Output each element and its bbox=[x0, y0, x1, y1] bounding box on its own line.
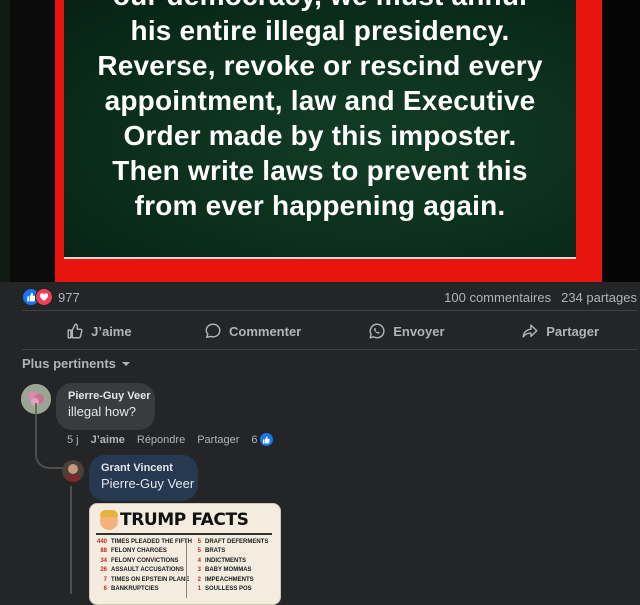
whatsapp-icon bbox=[369, 323, 385, 339]
share-icon bbox=[522, 324, 538, 338]
comment-icon bbox=[205, 323, 221, 339]
fact-row: 26 ASSAULT ACCUSATIONS bbox=[100, 567, 184, 574]
chevron-down-icon bbox=[121, 361, 130, 366]
thread-line bbox=[70, 486, 72, 594]
fact-row: 3 BABY MOMMAS bbox=[197, 567, 252, 574]
reaction-count: 977 bbox=[58, 289, 80, 305]
fact-row: 34 FELONY CONVICTIONS bbox=[100, 557, 179, 564]
share-button[interactable]: Partager bbox=[483, 316, 637, 346]
facts-title: TRUMP FACTS bbox=[120, 510, 249, 530]
image-dark-edge bbox=[602, 0, 640, 282]
comment-reply-button[interactable]: Répondre bbox=[137, 434, 185, 446]
comment-like-button[interactable]: J’aime bbox=[91, 434, 125, 446]
comment-bubble: Grant Vincent Pierre-Guy Veer bbox=[89, 455, 198, 501]
portrait-hair bbox=[100, 510, 118, 517]
fact-row: 2 IMPEACHMENTS bbox=[197, 576, 254, 583]
share-label: Partager bbox=[546, 323, 599, 339]
comment-reaction-number: 6 bbox=[251, 433, 258, 446]
post-actions: J’aime Commenter Envoyer Partager bbox=[22, 316, 637, 346]
fact-row: 7 TIMES ON EPSTEIN PLANE bbox=[103, 576, 190, 583]
send-button[interactable]: Envoyer bbox=[330, 316, 484, 346]
comment-reaction-count[interactable]: 6 bbox=[251, 433, 273, 446]
post-image[interactable]: our democracy, we must annul his entire … bbox=[0, 0, 640, 282]
thumbs-up-icon bbox=[67, 323, 83, 339]
filter-label: Plus pertinents bbox=[22, 356, 116, 371]
facts-right-column: 5 DRAFT DEFERMENTS 5 BRATS 4 INDICTMENTS 3B… bbox=[188, 538, 269, 594]
facts-separator bbox=[186, 538, 187, 598]
image-edge bbox=[0, 0, 10, 282]
avatar-portrait-image bbox=[62, 460, 84, 482]
like-button[interactable]: J’aime bbox=[22, 316, 176, 346]
comment-image[interactable]: TRUMP FACTS 440 TIMES PLEADED THE FIFTH 8… bbox=[89, 503, 281, 605]
comment-author[interactable]: Grant Vincent bbox=[101, 461, 186, 475]
comment-button[interactable]: Commenter bbox=[176, 316, 330, 346]
facts-left-column: 440 TIMES PLEADED THE FIFTH 88 FELONY CHAR… bbox=[94, 538, 192, 594]
avatar[interactable] bbox=[21, 384, 51, 414]
send-label: Envoyer bbox=[393, 323, 445, 339]
fact-row: 6 BANKRUPTCIES bbox=[103, 586, 159, 593]
avatar[interactable] bbox=[62, 460, 84, 482]
comment-filter-dropdown[interactable]: Plus pertinents bbox=[22, 356, 131, 371]
comment-label: Commenter bbox=[229, 323, 302, 339]
divider bbox=[22, 310, 637, 311]
shares-count-link[interactable]: 234 partages bbox=[561, 290, 637, 305]
fact-row: 5 BRATS bbox=[197, 548, 226, 555]
post-stats: 100 commentaires 234 partages bbox=[444, 290, 637, 305]
love-icon bbox=[35, 288, 53, 306]
comment-author[interactable]: Pierre-Guy Veer bbox=[68, 389, 151, 403]
like-icon bbox=[259, 433, 273, 446]
fact-row: 4 INDICTMENTS bbox=[197, 557, 246, 564]
like-label: J’aime bbox=[91, 323, 132, 339]
facts-rule bbox=[96, 533, 272, 535]
fact-row: 440 TIMES PLEADED THE FIFTH bbox=[96, 539, 192, 545]
fact-row: 5 DRAFT DEFERMENTS bbox=[197, 539, 269, 545]
reaction-summary[interactable]: 977 bbox=[22, 288, 80, 306]
comment-mention[interactable]: Pierre-Guy Veer bbox=[101, 475, 194, 492]
image-text: our democracy, we must annul his entire … bbox=[97, 0, 543, 221]
comment-meta: 5 j J’aime Répondre Partager 6 bbox=[67, 433, 273, 446]
comment-timestamp[interactable]: 5 j bbox=[67, 434, 79, 446]
comments-count-link[interactable]: 100 commentaires bbox=[444, 290, 551, 305]
fact-row: 88 FELONY CHARGES bbox=[100, 548, 167, 555]
divider bbox=[22, 349, 637, 350]
comment-text: illegal how? bbox=[68, 404, 136, 419]
avatar-flower-image bbox=[21, 384, 51, 414]
fact-row: 1 SOULLESS POS bbox=[197, 586, 252, 593]
comment-share-button[interactable]: Partager bbox=[197, 434, 239, 446]
comment-bubble: Pierre-Guy Veer illegal how? bbox=[56, 383, 155, 430]
